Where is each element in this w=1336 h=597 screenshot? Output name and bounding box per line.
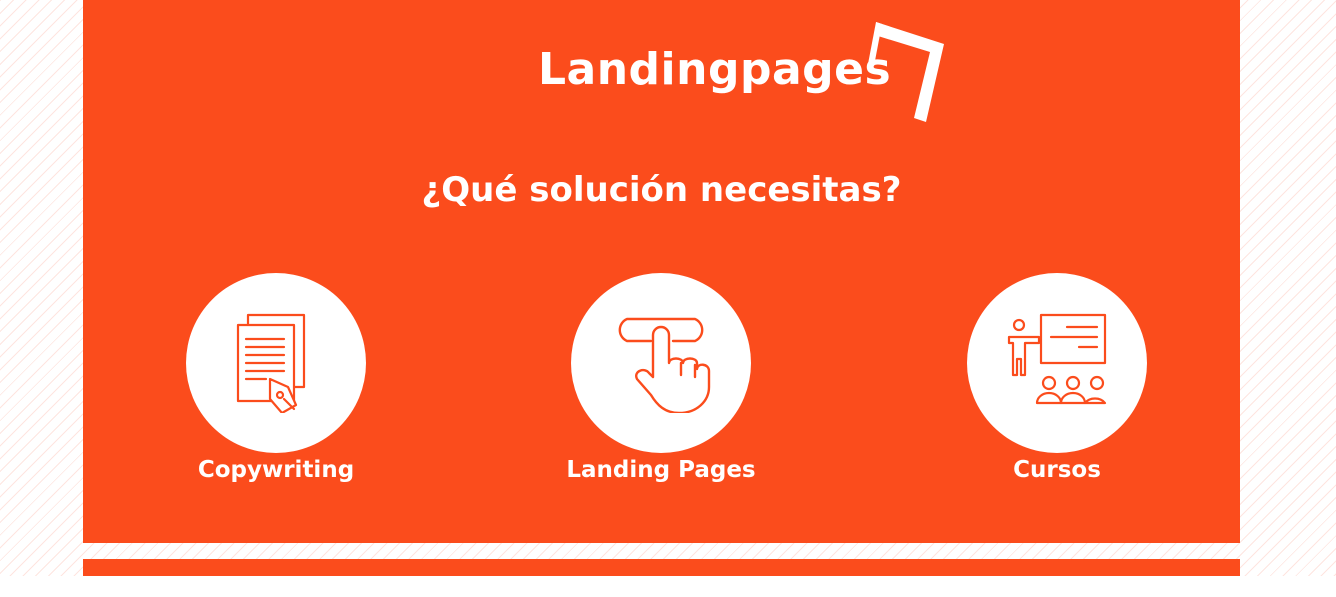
touch-button-icon <box>618 317 711 413</box>
section-heading: ¿Qué solución necesitas? <box>421 170 902 210</box>
logo-frame-icon <box>868 22 944 122</box>
service-circle <box>186 273 366 453</box>
service-label: Landing Pages <box>566 457 756 483</box>
service-label: Cursos <box>1013 457 1101 483</box>
services-panel: Landingpages ¿Qué solución necesitas? Co… <box>83 0 1240 543</box>
next-section-panel <box>83 559 1240 576</box>
service-card-landing-pages[interactable]: Landing Pages <box>551 273 771 493</box>
service-card-copywriting[interactable]: Copywriting <box>166 273 386 493</box>
presentation-class-icon <box>1007 313 1107 405</box>
logo-text: Landingpages <box>538 44 892 95</box>
service-circle <box>571 273 751 453</box>
logo[interactable]: Landingpages <box>538 22 958 122</box>
service-circle <box>967 273 1147 453</box>
service-label: Copywriting <box>197 457 355 483</box>
service-card-cursos[interactable]: Cursos <box>947 273 1167 493</box>
document-pen-icon <box>236 313 306 413</box>
page-bottom-strip <box>0 576 1336 597</box>
